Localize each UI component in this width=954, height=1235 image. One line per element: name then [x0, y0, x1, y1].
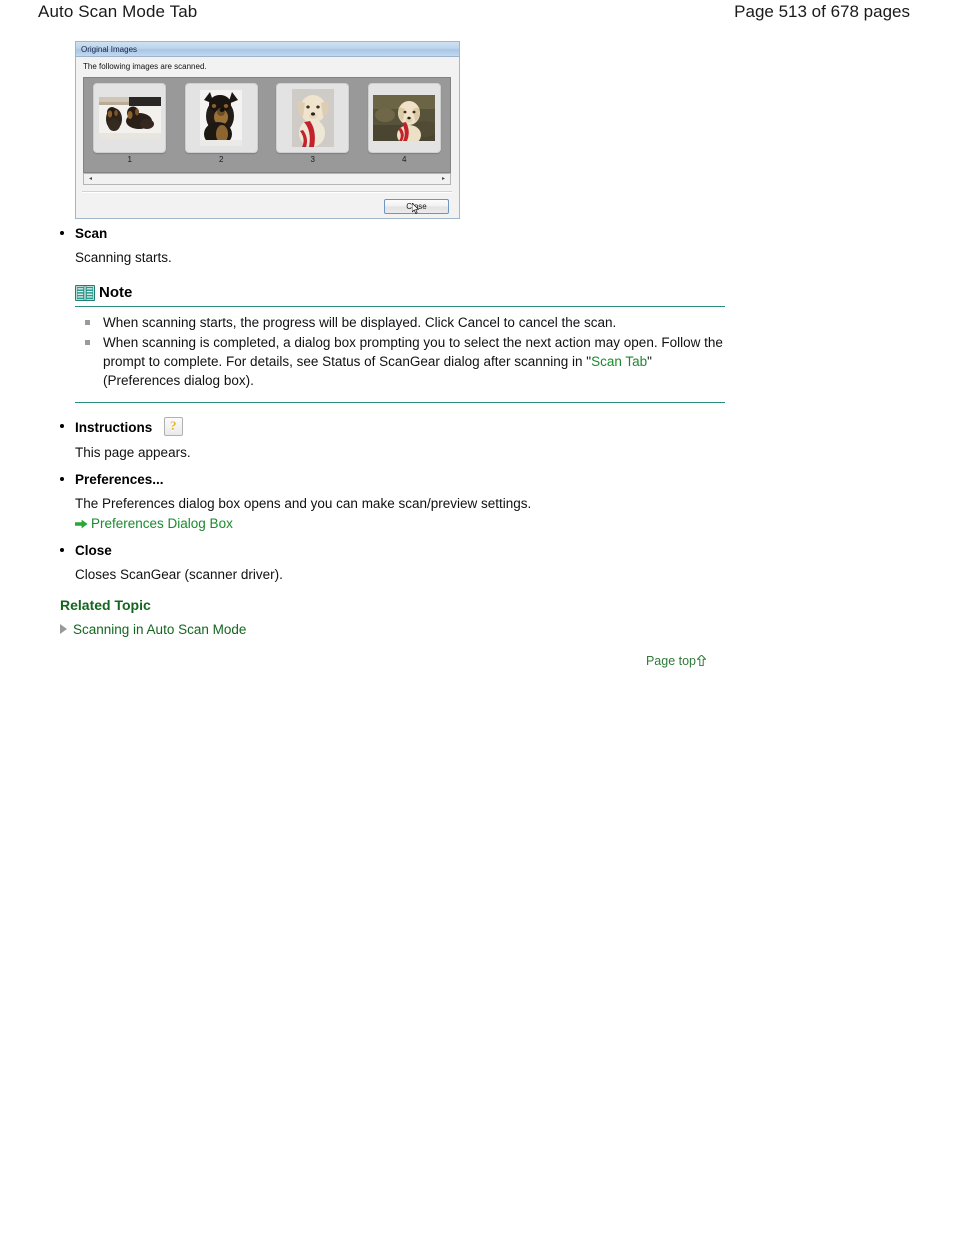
section-title-close: Close [75, 543, 112, 558]
dialog-close-button[interactable]: Close [384, 199, 449, 214]
dialog-close-button-label: Close [406, 202, 427, 211]
thumbnail-caption: 2 [219, 155, 224, 164]
section-scan: Scan [0, 224, 954, 243]
section-title-scan: Scan [75, 226, 108, 241]
note-bottom-rule [75, 402, 725, 403]
thumbnail-caption: 4 [402, 155, 407, 164]
preferences-dialog-box-link-row[interactable]: Preferences Dialog Box [0, 514, 954, 533]
yellow-labrador-outdoors-photo [373, 95, 436, 141]
thumbnail-frame [276, 83, 350, 153]
thumbnail-item[interactable]: 2 [181, 83, 261, 165]
section-instructions: Instructions ? [0, 417, 954, 438]
page-top-label: Page top [645, 654, 696, 668]
section-close: Close [0, 541, 954, 560]
section-desc-close: Closes ScanGear (scanner driver). [75, 567, 283, 582]
section-preferences: Preferences... [0, 470, 954, 489]
section-title-instructions: Instructions [75, 420, 153, 435]
page-title: Auto Scan Mode Tab [38, 2, 198, 21]
scroll-left-arrow-icon[interactable]: ◂ [85, 174, 96, 184]
scanning-in-auto-scan-mode-link[interactable]: Scanning in Auto Scan Mode [73, 622, 246, 637]
note-item: When scanning starts, the progress will … [75, 313, 725, 332]
dialog-divider [82, 191, 452, 193]
dialog-instruction-text: The following images are scanned. [83, 62, 207, 71]
note-label: Note [99, 284, 133, 301]
note-callout: Note When scanning starts, the progress … [74, 281, 725, 403]
section-desc-preferences: The Preferences dialog box opens and you… [75, 496, 532, 511]
scanned-image-4 [373, 95, 436, 141]
related-topic-link-row[interactable]: Scanning in Auto Scan Mode [0, 620, 954, 639]
thumbnail-caption: 1 [127, 155, 132, 164]
triangle-bullet-icon [60, 624, 67, 634]
thumbnail-item[interactable]: 4 [364, 83, 444, 165]
thumbnail-pane: 1 2 3 4 [83, 77, 451, 173]
section-title-preferences: Preferences... [75, 472, 164, 487]
note-item-text: When scanning starts, the progress will … [103, 315, 617, 330]
two-dachshund-puppies-photo [98, 97, 161, 139]
content-body: Scan Scanning starts. Note When scanning… [0, 224, 954, 584]
scan-tab-link[interactable]: Scan Tab [591, 354, 647, 369]
bullet-dot-icon [60, 477, 64, 481]
bullet-dot-icon [60, 548, 64, 552]
thumbnail-frame [93, 83, 167, 153]
thumbnail-item[interactable]: 3 [273, 83, 353, 165]
up-arrow-icon [696, 654, 707, 667]
yellow-labrador-with-red-leash-photo [291, 89, 334, 147]
help-question-icon[interactable]: ? [163, 417, 183, 436]
thumbnail-caption: 3 [310, 155, 315, 164]
related-topic-section: Related Topic Scanning in Auto Scan Mode [0, 595, 954, 639]
original-images-dialog-screenshot: Original Images The following images are… [75, 41, 460, 219]
thumbnail-frame [184, 83, 258, 153]
scanned-image-2 [200, 90, 243, 146]
thumbnail-frame [367, 83, 441, 153]
section-desc-scan: Scanning starts. [75, 250, 172, 265]
dialog-titlebar: Original Images [76, 42, 459, 57]
scanned-image-3 [291, 89, 334, 147]
dialog-title-label: Original Images [81, 45, 138, 54]
page-header: Auto Scan Mode Tab Page 513 of 678 pages [0, 0, 954, 32]
preferences-dialog-box-link[interactable]: Preferences Dialog Box [91, 516, 233, 531]
related-topic-heading: Related Topic [60, 597, 151, 613]
thumbnail-item[interactable]: 1 [90, 83, 170, 165]
section-desc-instructions: This page appears. [75, 445, 191, 460]
page-top-link[interactable]: Page top [645, 653, 707, 670]
note-header: Note [74, 281, 725, 305]
green-arrow-icon [75, 515, 88, 529]
black-and-tan-dog-portrait-photo [200, 90, 243, 146]
square-bullet-icon [85, 340, 90, 345]
bullet-dot-icon [60, 424, 64, 428]
dialog-body: The following images are scanned. 1 2 3 … [76, 57, 459, 218]
thumbnail-row: 1 2 3 4 [84, 78, 450, 172]
page-number-info: Page 513 of 678 pages [734, 2, 910, 21]
note-item: When scanning is completed, a dialog box… [75, 333, 725, 390]
scroll-right-arrow-icon[interactable]: ▸ [438, 174, 449, 184]
note-book-icon [74, 284, 96, 302]
square-bullet-icon [85, 320, 90, 325]
bullet-dot-icon [60, 231, 64, 235]
scanned-image-1 [98, 97, 161, 139]
note-item-list: When scanning starts, the progress will … [75, 307, 725, 397]
thumbnail-horizontal-scrollbar[interactable]: ◂ ▸ [83, 173, 451, 185]
